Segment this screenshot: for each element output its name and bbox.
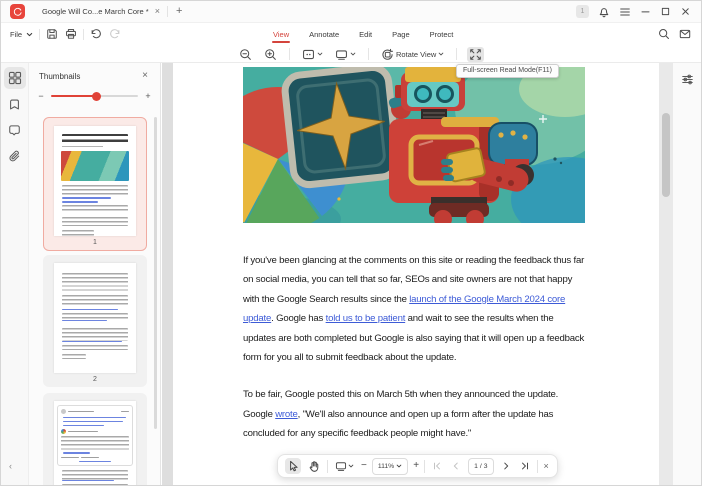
window-minimize-button[interactable] (640, 6, 651, 17)
panel-close-icon[interactable]: × (142, 71, 148, 81)
slider-plus-button[interactable]: + (144, 91, 152, 101)
bell-icon[interactable] (598, 6, 610, 18)
first-page-button[interactable] (430, 459, 444, 473)
chevron-down-icon (438, 51, 444, 57)
tab-close-icon[interactable]: × (155, 7, 160, 16)
tab-page[interactable]: Page (391, 26, 411, 43)
bookmarks-panel-button[interactable] (4, 93, 26, 115)
ribbon-tabs: View Annotate Edit Page Protect (272, 23, 454, 45)
notification-count-badge[interactable]: 1 (576, 5, 589, 18)
thumbnail-page-number: 1 (44, 236, 146, 250)
zoom-increase-button[interactable]: + (413, 461, 419, 471)
new-tab-button[interactable]: + (176, 6, 182, 17)
article-paragraph: To be fair, Google posted this on March … (243, 385, 587, 443)
zoom-decrease-button[interactable]: − (361, 461, 367, 471)
doc-link[interactable]: told us to be patient (326, 313, 406, 324)
file-menu-label: File (10, 30, 22, 39)
view-toolbar: Rotate View (1, 45, 701, 63)
document-area: If you've been glancing at the comments … (162, 63, 673, 485)
thumbnails-panel-button[interactable] (4, 67, 26, 89)
current-page: 1 (474, 463, 478, 470)
thumbnails-panel: Thumbnails × − + (29, 63, 161, 485)
page-fit-dropdown[interactable] (300, 47, 325, 62)
mail-icon[interactable] (679, 28, 691, 40)
search-icon[interactable] (658, 28, 670, 40)
properties-sliders-icon[interactable] (677, 69, 697, 89)
thumbnail-page-preview (54, 126, 136, 236)
pdf-page: If you've been glancing at the comments … (173, 63, 659, 485)
save-button[interactable] (46, 28, 58, 40)
right-sidebar (672, 63, 701, 485)
chevron-down-icon (348, 463, 354, 469)
rotate-view-label: Rotate View (396, 50, 436, 59)
document-scrollbar-thumb[interactable] (662, 113, 670, 197)
tab-edit[interactable]: Edit (358, 26, 373, 43)
tab-separator (167, 6, 168, 17)
chevron-down-icon (26, 31, 33, 38)
slider-handle[interactable] (92, 92, 101, 101)
hand-tool-button[interactable] (306, 458, 322, 474)
window-close-button[interactable] (680, 6, 691, 17)
chevron-down-icon (317, 51, 323, 57)
file-menu[interactable]: File (10, 30, 33, 39)
thumbnail-page-preview (54, 263, 136, 373)
thumbnail-page-preview (54, 401, 136, 485)
tab-protect[interactable]: Protect (429, 26, 455, 43)
comments-panel-button[interactable] (4, 119, 26, 141)
display-mode-dropdown[interactable] (333, 458, 356, 474)
total-pages: 3 (484, 463, 488, 470)
panel-scrollbar[interactable] (154, 117, 158, 429)
tooltip: Full-screen Read Mode(F11) (456, 64, 559, 78)
next-page-button[interactable] (499, 459, 513, 473)
select-tool-button[interactable] (285, 458, 301, 474)
menu-bar: File View (1, 23, 701, 45)
close-floatbar-button[interactable]: × (543, 460, 550, 473)
doc-link[interactable]: wrote (275, 409, 297, 420)
thumbnail-list: 1 (29, 115, 160, 485)
robot-head (395, 67, 465, 111)
thumbnail-page-2[interactable]: 2 (43, 255, 147, 387)
print-button[interactable] (65, 28, 77, 40)
slider-track[interactable] (51, 92, 138, 101)
thumbnail-page-3[interactable] (43, 393, 147, 485)
floating-page-toolbar: − 111% + 1 / 3 × (277, 454, 558, 478)
article-paragraph: If you've been glancing at the comments … (243, 251, 587, 367)
last-page-button[interactable] (518, 459, 532, 473)
thumbnail-size-slider: − + (29, 83, 160, 105)
app-window: Google Will Co...e March Core * × + 1 (0, 0, 702, 486)
zoom-level-value: 111% (378, 463, 394, 470)
fullscreen-read-mode-button[interactable] (467, 47, 484, 62)
zoom-level-select[interactable]: 111% (372, 458, 408, 475)
rotate-view-dropdown[interactable]: Rotate View (379, 47, 446, 62)
read-mode-dropdown[interactable] (333, 47, 358, 62)
app-logo-icon (10, 4, 25, 19)
document-scrollbar[interactable] (659, 63, 672, 485)
tab-bar: Google Will Co...e March Core * × + 1 (1, 1, 701, 23)
chevron-down-icon (396, 463, 402, 469)
chevron-down-icon (350, 51, 356, 57)
tab-view[interactable]: View (272, 26, 290, 43)
redo-button[interactable] (109, 28, 121, 40)
collapse-sidebar-button[interactable]: ‹ (9, 461, 12, 471)
article-hero-image (243, 67, 585, 223)
page-separator: / (480, 463, 482, 470)
tab-title: Google Will Co...e March Core * (42, 7, 149, 16)
slider-minus-button[interactable]: − (37, 91, 45, 101)
tab-annotate[interactable]: Annotate (308, 26, 340, 43)
previous-page-button[interactable] (449, 459, 463, 473)
thumbnail-page-1[interactable]: 1 (43, 117, 147, 251)
thumbnail-page-number: 2 (43, 373, 147, 387)
window-maximize-button[interactable] (660, 6, 671, 17)
attachments-panel-button[interactable] (4, 145, 26, 167)
page-number-input[interactable]: 1 / 3 (468, 458, 493, 475)
zoom-out-button[interactable] (237, 47, 254, 62)
menu-hamburger-icon[interactable] (619, 6, 631, 18)
document-tab[interactable]: Google Will Co...e March Core * × (35, 1, 167, 23)
zoom-in-button[interactable] (262, 47, 279, 62)
robot-shield (284, 67, 399, 186)
panel-title: Thumbnails (39, 72, 80, 81)
undo-button[interactable] (90, 28, 102, 40)
left-icon-strip: ‹ (1, 63, 29, 485)
